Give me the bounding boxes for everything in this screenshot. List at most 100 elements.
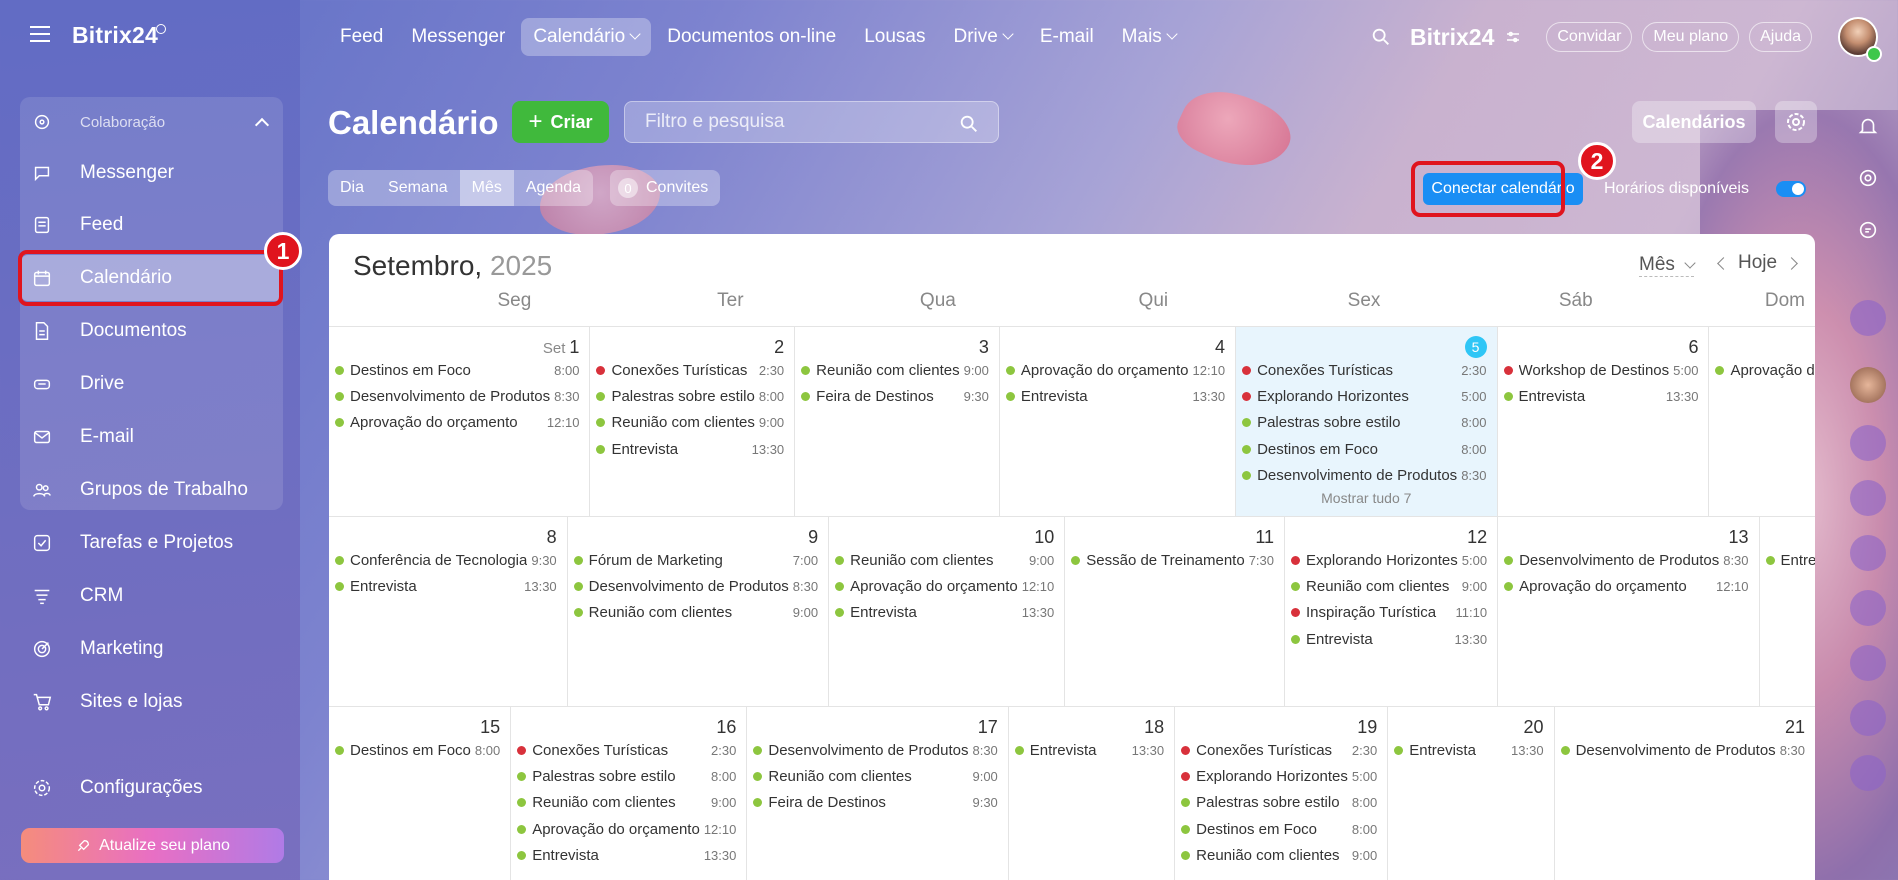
settings-button[interactable] <box>1775 101 1817 143</box>
sliders-icon[interactable] <box>1504 28 1522 46</box>
calendar-event[interactable]: Reunião com clientes 9:00 <box>511 790 746 816</box>
day-cell[interactable]: 5 Conexões Turísticas 2:30 Explorando Horiz… <box>1236 327 1498 516</box>
bell-icon[interactable] <box>1850 108 1886 144</box>
day-cell[interactable]: 15 Destinos em Foco 8:00 <box>329 707 512 880</box>
calendar-event[interactable]: Entrevista13:30 <box>1000 383 1235 409</box>
calendar-event[interactable]: Aprovação do orçamento12:10 <box>329 410 589 436</box>
calendar-event[interactable]: Aprovação do orçamento12:10 <box>1709 357 1815 383</box>
today-button[interactable]: Hoje <box>1738 252 1777 274</box>
calendar-event[interactable]: Desenvolvimento de Produtos 8:30 <box>747 737 1007 763</box>
sidebar-item-messenger[interactable]: Messenger <box>20 150 283 196</box>
calendar-event[interactable]: Desenvolvimento de Produtos 8:30 <box>329 383 589 409</box>
app-icon[interactable] <box>1850 590 1886 626</box>
calendar-event[interactable]: Aprovação do orçamento12:10 <box>511 816 746 842</box>
calendar-event[interactable]: Destinos em Foco 8:00 <box>1236 436 1496 462</box>
calendars-button[interactable]: Calendários <box>1632 101 1756 143</box>
calendar-event[interactable]: Reunião com clientes 9:00 <box>747 763 1007 789</box>
topnav-item-drive[interactable]: Drive <box>953 26 1014 48</box>
calendar-event[interactable]: Desenvolvimento de Produtos 8:30 <box>1236 462 1496 488</box>
day-cell[interactable]: 19 Conexões Turísticas 2:30 Explorando Hori… <box>1175 707 1389 880</box>
calendar-event[interactable]: Palestras sobre estilo 8:00 <box>511 763 746 789</box>
tab-dia[interactable]: Dia <box>328 170 376 206</box>
calendar-event[interactable]: Entrevista13:30 <box>829 600 1064 626</box>
create-button[interactable]: + Criar <box>512 101 609 143</box>
tab-agenda[interactable]: Agenda <box>514 170 593 206</box>
day-number[interactable]: Set 1 <box>543 337 580 358</box>
availability-toggle-row[interactable]: Horários disponíveis <box>1604 173 1814 205</box>
sidebar-item-marketing[interactable]: Marketing <box>20 626 283 672</box>
logo[interactable]: Bitrix24 <box>72 22 158 49</box>
sidebar-item-settings[interactable]: Configurações <box>20 765 283 811</box>
sidebar-section-collaboration[interactable]: Colaboração <box>20 99 283 145</box>
day-number[interactable]: 9 <box>808 527 818 548</box>
chevron-right-icon[interactable] <box>1785 256 1798 270</box>
day-cell[interactable]: 21 Desenvolvimento de Produtos 8:30 <box>1555 707 1815 880</box>
contact-avatar[interactable] <box>1850 367 1886 403</box>
calendar-event[interactable]: Entrevista13:30 <box>511 842 746 868</box>
calendar-event[interactable]: Reunião com clientes 9:00 <box>829 547 1064 573</box>
calendar-event[interactable]: Feira de Destinos 9:30 <box>747 790 1007 816</box>
tab-semana[interactable]: Semana <box>376 170 460 206</box>
calendar-event[interactable]: Palestras sobre estilo 8:00 <box>1175 790 1387 816</box>
day-cell[interactable]: 4 Aprovação do orçamento 12:10 Entrevista 13… <box>1000 327 1237 516</box>
day-number[interactable]: 8 <box>547 527 557 548</box>
calendar-event[interactable]: Entrevista13:30 <box>329 573 567 599</box>
calendar-event[interactable]: Conferência de Tecnologia 9:30 <box>329 547 567 573</box>
day-cell[interactable]: 11 Sessão de Treinamento 7:30 <box>1065 517 1286 706</box>
calendar-event[interactable]: Reunião com clientes 9:00 <box>568 600 828 626</box>
help-button[interactable]: Ajuda <box>1749 22 1813 52</box>
calendar-event[interactable]: Palestras sobre estilo 8:00 <box>590 383 794 409</box>
chevron-up-icon[interactable] <box>254 117 270 133</box>
chat-search-icon[interactable] <box>1850 212 1886 248</box>
today-day-number[interactable]: 5 <box>1464 336 1487 358</box>
calendar-event[interactable]: Aprovação do orçamento12:10 <box>1498 573 1758 599</box>
my-plan-button[interactable]: Meu plano <box>1642 22 1740 52</box>
calendar-event[interactable]: Feira de Destinos 9:30 <box>795 383 999 409</box>
calendar-event[interactable]: Reunião com clientes 9:00 <box>1285 573 1497 599</box>
calendar-event[interactable]: Inspiração Turística 11:10 <box>1285 600 1497 626</box>
day-cell[interactable]: 10 Reunião com clientes 9:00 Aprovação do o… <box>829 517 1066 706</box>
day-number[interactable]: 17 <box>978 717 998 738</box>
day-number[interactable]: 4 <box>1215 337 1225 358</box>
calendar-event[interactable]: Entrevista13:30 <box>1285 626 1497 652</box>
day-cell[interactable]: 16 Conexões Turísticas 2:30 Palestras sobre… <box>511 707 748 880</box>
day-number[interactable]: 2 <box>774 337 784 358</box>
invite-button[interactable]: Convidar <box>1546 22 1633 52</box>
day-cell[interactable]: 2 Conexões Turísticas 2:30 Palestras sobre … <box>590 327 796 516</box>
calendar-event[interactable]: Aprovação do orçamento12:10 <box>1000 357 1235 383</box>
day-cell[interactable]: Set 1 Destinos em Foco 8:00 Desenvolvimento … <box>329 327 591 516</box>
calendar-event[interactable]: Desenvolvimento de Produtos 8:30 <box>1555 737 1815 763</box>
calendar-event[interactable]: Entrevista13:30 <box>1498 383 1709 409</box>
topnav-item-mais[interactable]: Mais <box>1122 26 1178 48</box>
sidebar-item-tarefas-e-projetos[interactable]: Tarefas e Projetos <box>20 520 283 566</box>
day-number[interactable]: 18 <box>1144 717 1164 738</box>
day-number[interactable]: 19 <box>1357 717 1377 738</box>
day-cell[interactable]: 7Aprovação do orçamento12:10 <box>1709 327 1815 516</box>
sidebar-item-grupos-de-trabalho[interactable]: Grupos de Trabalho <box>20 467 283 513</box>
calendar-event[interactable]: Destinos em Foco 8:00 <box>1175 816 1387 842</box>
sidebar-item-feed[interactable]: Feed <box>20 202 283 248</box>
calendar-event[interactable]: Entrevista13:30 <box>1388 737 1553 763</box>
app-icon[interactable] <box>1850 480 1886 516</box>
view-select[interactable]: Mês <box>1639 254 1696 277</box>
calendar-event[interactable]: Conexões Turísticas 2:30 <box>1236 357 1496 383</box>
calendar-event[interactable]: Conexões Turísticas 2:30 <box>590 357 794 383</box>
day-cell[interactable]: 6 Workshop de Destinos 5:00 Entrevista 13:30 <box>1498 327 1710 516</box>
availability-toggle[interactable] <box>1776 181 1806 197</box>
day-number[interactable]: 12 <box>1467 527 1487 548</box>
topnav-item-messenger[interactable]: Messenger <box>411 26 505 48</box>
search-input[interactable]: Filtro e pesquisa <box>624 101 999 143</box>
search-icon[interactable] <box>958 113 980 135</box>
sidebar-item-drive[interactable]: Drive <box>20 361 283 407</box>
day-number[interactable]: 11 <box>1255 527 1274 548</box>
day-number[interactable]: 13 <box>1729 527 1749 548</box>
calendar-event[interactable]: Entrevista13:30 <box>1760 547 1815 573</box>
day-cell[interactable]: 13 Desenvolvimento de Produtos 8:30 Aprovaç… <box>1498 517 1760 706</box>
calendar-event[interactable]: Conexões Turísticas 2:30 <box>511 737 746 763</box>
topnav-item-e-mail[interactable]: E-mail <box>1040 26 1094 48</box>
calendar-event[interactable]: Explorando Horizontes 5:00 <box>1175 763 1387 789</box>
app-icon[interactable] <box>1850 425 1886 461</box>
topnav-item-lousas[interactable]: Lousas <box>864 26 925 48</box>
calendar-event[interactable]: Entrevista13:30 <box>1009 737 1174 763</box>
sidebar-item-crm[interactable]: CRM <box>20 573 283 619</box>
